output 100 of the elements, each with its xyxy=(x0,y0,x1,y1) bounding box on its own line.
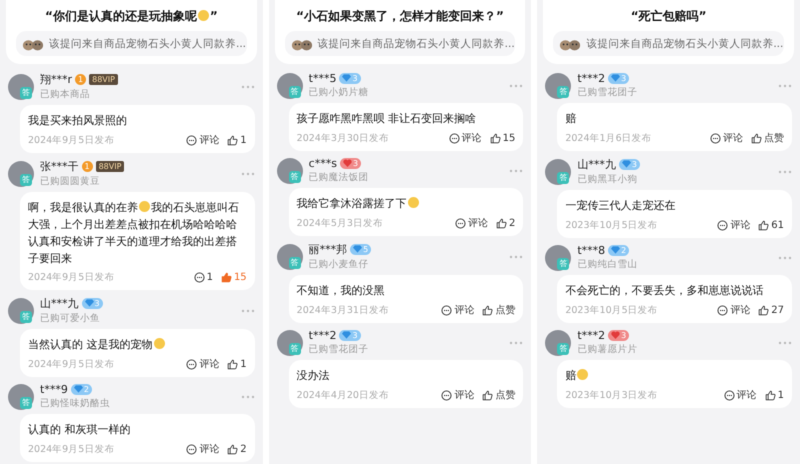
more-icon[interactable] xyxy=(509,168,524,172)
post-date: 2024年9月5日发布 xyxy=(28,271,116,284)
source-link[interactable]: 该提问来自商品宠物石头小黄人同款养... xyxy=(16,31,247,56)
like-button[interactable]: 1 xyxy=(764,390,784,400)
source-link[interactable]: 该提问来自商品宠物石头小黄人同款养... xyxy=(284,31,516,56)
more-icon[interactable] xyxy=(778,340,792,344)
user-name: c***s xyxy=(308,157,337,170)
diamond-badge: 3 xyxy=(339,73,361,84)
emoji-icon xyxy=(577,369,588,380)
diamond-badge: 2 xyxy=(70,384,92,395)
user-name: t***9 xyxy=(40,383,68,396)
user-name: t***5 xyxy=(308,72,336,85)
diamond-icon xyxy=(342,74,352,82)
diamond-badge: 5 xyxy=(350,244,372,255)
more-icon[interactable] xyxy=(240,394,255,398)
comment-icon xyxy=(454,218,466,228)
comment-button[interactable]: 评论 xyxy=(448,131,482,145)
post-date: 2024年1月6日发布 xyxy=(565,132,653,144)
more-icon[interactable] xyxy=(778,84,792,88)
like-button[interactable]: 2 xyxy=(227,444,247,454)
comment-button[interactable]: 评论 xyxy=(717,303,750,317)
level-badge: 1 xyxy=(75,74,86,85)
post-date: 2024年9月5日发布 xyxy=(28,358,116,370)
comment-button[interactable]: 评论 xyxy=(186,442,220,456)
diamond-icon xyxy=(611,246,620,254)
comment-button[interactable]: 评论 xyxy=(186,357,220,371)
thumbs-up-icon xyxy=(482,390,494,400)
heart-badge: 3 xyxy=(608,330,630,341)
answer-tag: 答 xyxy=(20,310,32,322)
like-button[interactable]: 1 xyxy=(227,358,247,370)
like-button[interactable]: 1 xyxy=(227,134,247,146)
answer-text: 我给它拿沐浴露搓了下 xyxy=(296,195,516,212)
comment-button[interactable]: 评论 xyxy=(724,388,757,402)
more-icon[interactable] xyxy=(778,170,792,174)
post-date: 2024年3月30日发布 xyxy=(296,132,390,144)
post-date: 2023年10月5日发布 xyxy=(565,218,659,232)
purchase-note: 已购怪味奶酪虫 xyxy=(40,397,111,410)
comment-icon xyxy=(194,272,205,283)
thumbs-up-icon xyxy=(227,444,238,454)
emoji-icon xyxy=(408,197,419,208)
post-date: 2024年3月31日发布 xyxy=(296,304,390,316)
answer-tag: 答 xyxy=(557,342,570,354)
user-name: t***2 xyxy=(308,329,336,342)
vip-badge: 88VIP xyxy=(96,161,124,172)
emoji-icon xyxy=(198,10,209,21)
more-icon[interactable] xyxy=(509,340,524,344)
comment-button[interactable]: 评论 xyxy=(710,131,744,145)
thumbs-up-icon xyxy=(482,304,494,316)
comment-button[interactable]: 1 xyxy=(194,272,213,283)
more-icon[interactable] xyxy=(240,308,255,312)
answer-text: 我是买来拍风景照的 xyxy=(28,113,128,129)
more-icon[interactable] xyxy=(778,256,792,260)
purchase-note: 已购雪花团子 xyxy=(577,86,638,99)
post-date: 2024年9月5日发布 xyxy=(28,442,116,456)
post-date: 2023年10月5日发布 xyxy=(565,304,659,316)
answer-tag: 答 xyxy=(20,174,32,186)
thumbs-up-icon xyxy=(220,272,232,283)
answer-tag: 答 xyxy=(557,172,570,184)
comment-button[interactable]: 评论 xyxy=(441,388,474,402)
answer-tag: 答 xyxy=(288,256,301,268)
answer-text: 当然认真的 这是我的宠物 xyxy=(28,336,247,353)
more-icon[interactable] xyxy=(509,84,524,88)
thumbs-up-icon xyxy=(496,218,507,228)
answer-text: 一宠传三代人走宠还在 xyxy=(565,198,676,214)
more-icon[interactable] xyxy=(240,172,255,176)
diamond-icon xyxy=(74,385,83,393)
purchase-note: 已购薯愿片片 xyxy=(577,343,638,356)
comment-button[interactable]: 评论 xyxy=(717,218,750,232)
user-name: 山***九 xyxy=(40,296,78,311)
post-date: 2023年10月3日发布 xyxy=(565,388,659,402)
comment-icon xyxy=(441,390,452,400)
like-button[interactable]: 27 xyxy=(758,304,784,316)
answer-text: 不知道，我的没黑 xyxy=(296,283,386,299)
purchase-note: 已购小奶片糖 xyxy=(308,86,370,99)
like-button[interactable]: 15 xyxy=(490,132,516,144)
like-button[interactable]: 2 xyxy=(496,218,516,228)
more-icon[interactable] xyxy=(509,254,524,258)
purchase-note: 已购可爱小鱼 xyxy=(40,312,101,325)
comment-icon xyxy=(717,220,728,230)
user-name: 丽***邦 xyxy=(308,242,348,257)
user-name: 翔***r xyxy=(40,72,72,87)
like-button[interactable]: 点赞 xyxy=(751,131,784,145)
comment-button[interactable]: 评论 xyxy=(441,303,474,317)
answer-text: 认真的 和灰琪一样的 xyxy=(28,422,132,438)
thumbs-up-icon xyxy=(490,132,501,144)
like-button[interactable]: 61 xyxy=(758,220,784,230)
like-button[interactable]: 点赞 xyxy=(482,388,516,402)
heart-badge: 3 xyxy=(340,158,362,169)
like-button[interactable]: 点赞 xyxy=(482,303,516,317)
comment-icon xyxy=(441,304,452,316)
comment-button[interactable]: 评论 xyxy=(186,133,220,147)
purchase-note: 已购雪花团子 xyxy=(308,343,370,356)
source-link[interactable]: 该提问来自商品宠物石头小黄人同款养... xyxy=(553,31,784,56)
vip-badge: 88VIP xyxy=(89,74,118,85)
answer-tag: 答 xyxy=(288,342,301,354)
comment-button[interactable]: 评论 xyxy=(454,216,488,230)
answer-tag: 答 xyxy=(288,86,301,98)
answer-text: 啊，我是很认真的在养 我的石头崽崽叫石大强，上个月出差差点被扣在机场哈哈哈哈认真和安检讲了半天的道理才给我的出差搭子要回来 xyxy=(28,200,240,267)
more-icon[interactable] xyxy=(240,84,255,88)
thumbs-up-icon xyxy=(758,304,770,316)
